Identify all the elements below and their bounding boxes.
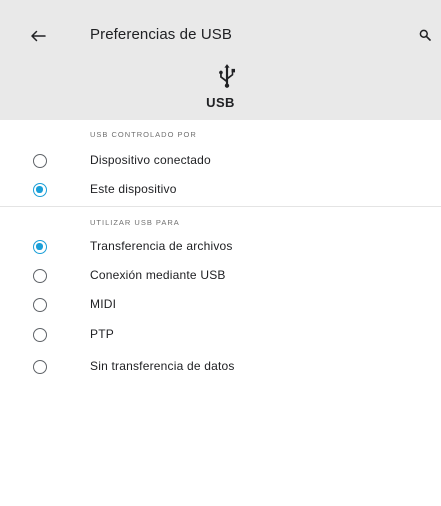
option-label: Dispositivo conectado [90, 153, 211, 167]
section-header-usb-controlled-by: USB CONTROLADO POR [90, 130, 197, 139]
radio-option-ptp[interactable]: PTP [0, 320, 441, 348]
section-divider [0, 206, 441, 207]
radio-unchecked-icon [33, 328, 47, 342]
search-icon [419, 29, 431, 41]
radio-unchecked-icon [33, 154, 47, 168]
radio-checked-icon [33, 183, 47, 197]
option-label: MIDI [90, 297, 117, 311]
usb-icon [219, 64, 236, 88]
radio-option-no-data-transfer[interactable]: Sin transferencia de datos [0, 352, 441, 380]
radio-option-this-device[interactable]: Este dispositivo [0, 175, 441, 203]
radio-unchecked-icon [33, 269, 47, 283]
option-label: Sin transferencia de datos [90, 359, 235, 373]
option-label: Este dispositivo [90, 182, 177, 196]
search-button[interactable] [414, 24, 436, 46]
radio-checked-icon [33, 240, 47, 254]
radio-option-midi[interactable]: MIDI [0, 290, 441, 318]
page-title: Preferencias de USB [90, 26, 232, 43]
option-label: PTP [90, 327, 114, 341]
radio-unchecked-icon [33, 298, 47, 312]
radio-unchecked-icon [33, 360, 47, 374]
arrow-back-icon [31, 30, 46, 42]
back-button[interactable] [22, 22, 54, 50]
section-header-use-usb-for: UTILIZAR USB PARA [90, 218, 180, 227]
usb-label: USB [206, 95, 235, 110]
radio-option-file-transfer[interactable]: Transferencia de archivos [0, 232, 441, 260]
radio-option-usb-tethering[interactable]: Conexión mediante USB [0, 261, 441, 289]
option-label: Conexión mediante USB [90, 268, 226, 282]
app-bar: Preferencias de USB USB [0, 0, 441, 120]
radio-option-connected-device[interactable]: Dispositivo conectado [0, 146, 441, 174]
option-label: Transferencia de archivos [90, 239, 233, 253]
